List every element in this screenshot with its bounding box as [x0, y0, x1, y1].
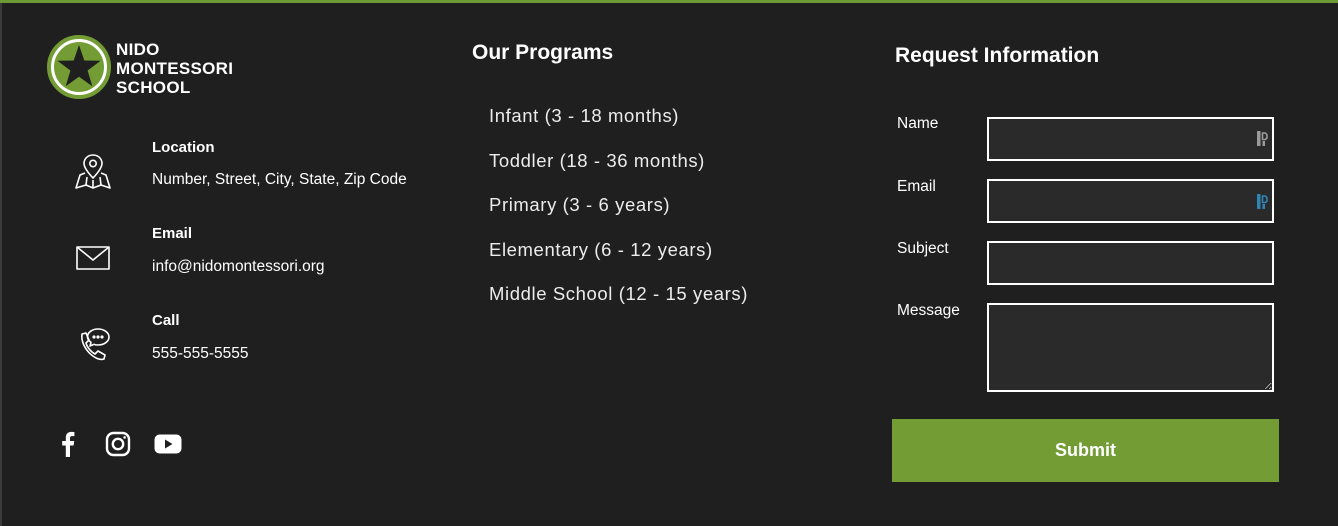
left-edge-divider — [0, 3, 2, 526]
star-logo-icon — [47, 35, 111, 99]
message-field[interactable] — [987, 303, 1274, 392]
program-link-elementary[interactable]: Elementary (6 - 12 years) — [489, 239, 748, 284]
contact-value[interactable]: 555-555-5555 — [152, 345, 249, 363]
message-label: Message — [897, 302, 960, 319]
program-link-infant[interactable]: Infant (3 - 18 months) — [489, 105, 748, 150]
programs-list: Infant (3 - 18 months) Toddler (18 - 36 … — [489, 105, 748, 328]
submit-button[interactable]: Submit — [892, 419, 1279, 482]
site-logo[interactable]: NIDO MONTESSORI SCHOOL — [47, 35, 277, 101]
form-heading: Request Information — [895, 44, 1100, 67]
instagram-icon — [105, 431, 131, 457]
subject-label: Subject — [897, 240, 949, 257]
program-link-middle-school[interactable]: Middle School (12 - 15 years) — [489, 283, 748, 328]
map-pin-icon — [75, 154, 111, 189]
programs-heading: Our Programs — [472, 41, 614, 64]
logo-line: MONTESSORI — [116, 59, 234, 78]
autofill-icon[interactable] — [1256, 193, 1269, 210]
email-field[interactable] — [987, 179, 1274, 223]
program-link-toddler[interactable]: Toddler (18 - 36 months) — [489, 150, 748, 195]
contact-value[interactable]: info@nidomontessori.org — [152, 258, 325, 276]
envelope-icon — [76, 246, 110, 270]
email-label: Email — [897, 178, 936, 195]
name-field[interactable] — [987, 117, 1274, 161]
phone-chat-icon — [81, 328, 110, 361]
contact-title: Location — [152, 139, 215, 156]
name-label: Name — [897, 115, 939, 132]
program-link-primary[interactable]: Primary (3 - 6 years) — [489, 194, 748, 239]
autofill-icon[interactable] — [1256, 130, 1269, 147]
contact-title: Email — [152, 225, 193, 242]
logo-wordmark: NIDO MONTESSORI SCHOOL — [116, 40, 233, 97]
youtube-icon — [154, 434, 182, 454]
subject-field[interactable] — [987, 241, 1274, 285]
youtube-link[interactable] — [153, 428, 183, 460]
instagram-link[interactable] — [104, 428, 132, 460]
contact-value: Number, Street, City, State, Zip Code — [152, 171, 407, 188]
logo-line: SCHOOL — [116, 78, 191, 97]
contact-title: Call — [152, 312, 180, 329]
logo-line: NIDO — [116, 40, 160, 59]
facebook-icon — [62, 431, 75, 457]
facebook-link[interactable] — [56, 428, 80, 460]
top-accent-bar — [0, 0, 1338, 3]
